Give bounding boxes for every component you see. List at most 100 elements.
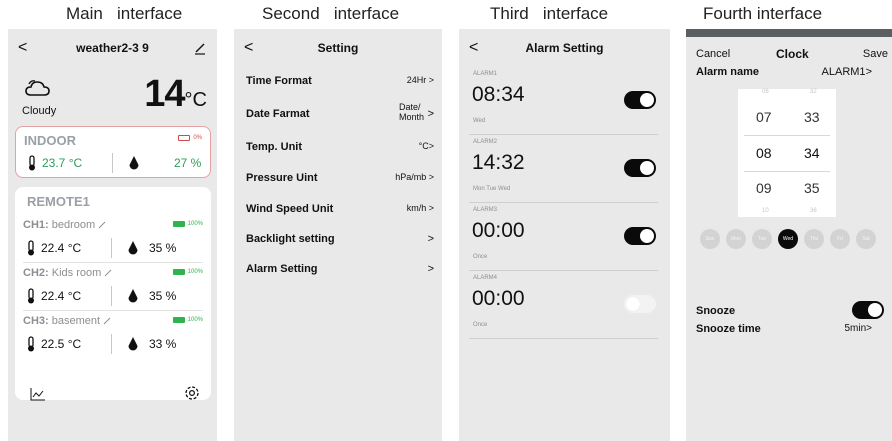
channel-battery: 100%: [172, 317, 203, 323]
battery-full-icon: [172, 317, 185, 323]
alarm-item[interactable]: ALARM4 00:00 Once: [459, 273, 670, 341]
remote-label: REMOTE1: [27, 194, 90, 209]
settings-header: < Setting: [234, 39, 442, 61]
setting-wind-speed-unit[interactable]: Wind Speed Unit km/h >: [246, 197, 434, 223]
day-tue[interactable]: Tue: [752, 229, 772, 249]
history-chart-icon[interactable]: [30, 387, 46, 401]
channel-label: basement: [51, 315, 101, 327]
value-text: km/h: [406, 203, 427, 213]
toggle-knob: [640, 161, 654, 175]
caption-main: Main interface: [66, 4, 183, 23]
channel-name: CH2: Kids room: [23, 267, 112, 279]
chevron-right-icon: >: [865, 66, 872, 78]
row-divider: [469, 134, 658, 135]
value-text: Date/: [398, 102, 421, 112]
value-text: hPa/mb: [395, 172, 427, 182]
indoor-card[interactable]: INDOOR 0% 23.7 °C 27 %: [15, 126, 211, 178]
indoor-label: INDOOR: [24, 133, 76, 148]
channel-name: CH1: bedroom: [23, 219, 106, 231]
alarm-toggle[interactable]: [624, 295, 656, 313]
setting-label: Backlight setting: [246, 233, 335, 245]
toggle-knob: [868, 303, 882, 317]
minute-option[interactable]: 33: [804, 109, 820, 125]
minute-selected[interactable]: 34: [804, 145, 820, 161]
channel-id: CH2:: [23, 267, 49, 279]
channel-readings: 22.4 °C 35 %: [15, 286, 211, 308]
pencil-icon[interactable]: [104, 269, 112, 277]
indoor-temperature: 23.7 °C: [42, 156, 83, 170]
hour-option[interactable]: 06: [762, 89, 769, 95]
setting-alarm[interactable]: Alarm Setting >: [246, 257, 434, 283]
alarm-name: ALARM4: [473, 275, 498, 281]
caption-third: Third interface: [490, 4, 609, 23]
hour-option[interactable]: 10: [762, 208, 769, 214]
channel-battery: 100%: [172, 221, 203, 227]
alarm-toggle[interactable]: [624, 91, 656, 109]
pencil-icon[interactable]: [98, 221, 106, 229]
day-fri[interactable]: Fri: [830, 229, 850, 249]
day-sat[interactable]: Sat: [856, 229, 876, 249]
value-text: ALARM1: [821, 66, 866, 78]
minute-option[interactable]: 32: [810, 89, 817, 95]
save-button[interactable]: Save: [863, 48, 888, 60]
alarm-time: 08:34: [472, 83, 525, 106]
alarm-item[interactable]: ALARM1 08:34 Wed: [459, 69, 670, 137]
alarm-item[interactable]: ALARM2 14:32 Mon Tue Wed: [459, 137, 670, 205]
minute-option[interactable]: 35: [804, 180, 820, 196]
channel-readings: 22.4 °C 35 %: [15, 238, 211, 260]
setting-backlight[interactable]: Backlight setting >: [246, 227, 434, 253]
chevron-right-icon: >: [428, 141, 434, 151]
thermometer-icon: [28, 288, 34, 304]
clock-edit-screen: Cancel Clock Save Alarm name ALARM1> 06 …: [686, 29, 892, 441]
gear-icon[interactable]: [183, 384, 201, 402]
thermometer-icon: [28, 240, 34, 256]
indoor-readings: 23.7 °C 27 %: [16, 153, 210, 175]
minute-option[interactable]: 36: [810, 208, 817, 214]
snooze-time-value[interactable]: 5min>: [844, 323, 872, 334]
alarm-name-label: Alarm name: [696, 66, 759, 78]
alarm-toggle[interactable]: [624, 159, 656, 177]
setting-date-format[interactable]: Date Farmat Date/Month >: [246, 102, 434, 128]
main-interface-screen: < weather2-3 9 Cloudy 14°C INDOOR 0% 23.…: [8, 29, 217, 441]
alarm-name-value[interactable]: ALARM1>: [822, 66, 872, 78]
picker-selection-line: [744, 135, 830, 136]
snooze-toggle[interactable]: [852, 301, 884, 319]
channel-battery: 100%: [172, 269, 203, 275]
toggle-knob: [640, 93, 654, 107]
alarm-toggle[interactable]: [624, 227, 656, 245]
chevron-right-icon: >: [427, 108, 434, 120]
hour-option[interactable]: 07: [756, 109, 772, 125]
caption-fourth: Fourth interface: [703, 4, 823, 23]
cancel-button[interactable]: Cancel: [696, 48, 730, 60]
battery-value: 100%: [187, 269, 203, 275]
snooze-time-label: Snooze time: [696, 323, 761, 335]
divider: [112, 153, 113, 173]
alarm-days: Wed: [473, 118, 486, 124]
day-mon[interactable]: Mon: [726, 229, 746, 249]
time-picker[interactable]: 06 07 08 09 10 32 33 34 35 36: [738, 89, 836, 217]
humidity-drop-icon: [129, 156, 139, 170]
setting-temp-unit[interactable]: Temp. Unit °C>: [246, 135, 434, 161]
day-wed[interactable]: Wed: [778, 229, 798, 249]
setting-time-format[interactable]: Time Format 24Hr >: [246, 69, 434, 95]
day-thu[interactable]: Thu: [804, 229, 824, 249]
divider: [111, 238, 112, 258]
caption-second: Second interface: [262, 4, 400, 23]
channel-id: CH1:: [23, 219, 49, 231]
edit-pencil-icon[interactable]: [193, 41, 207, 55]
hour-selected[interactable]: 08: [756, 145, 772, 161]
toggle-knob: [640, 229, 654, 243]
pencil-icon[interactable]: [103, 317, 111, 325]
day-sun[interactable]: Sun: [700, 229, 720, 249]
humidity-drop-icon: [128, 241, 138, 255]
divider: [111, 286, 112, 306]
channel-row[interactable]: CH3: basement 100% 22.5 °C 33 %: [15, 315, 211, 373]
setting-pressure-unit[interactable]: Pressure Uint hPa/mb >: [246, 166, 434, 192]
alarm-title: Alarm Setting: [525, 41, 604, 55]
alarm-item[interactable]: ALARM3 00:00 Once: [459, 205, 670, 273]
hour-option[interactable]: 09: [756, 180, 772, 196]
channel-temperature: 22.5 °C: [41, 337, 82, 351]
temperature-unit: °C: [184, 89, 207, 111]
setting-label: Date Farmat: [246, 108, 310, 120]
channel-temperature: 22.4 °C: [41, 289, 82, 303]
